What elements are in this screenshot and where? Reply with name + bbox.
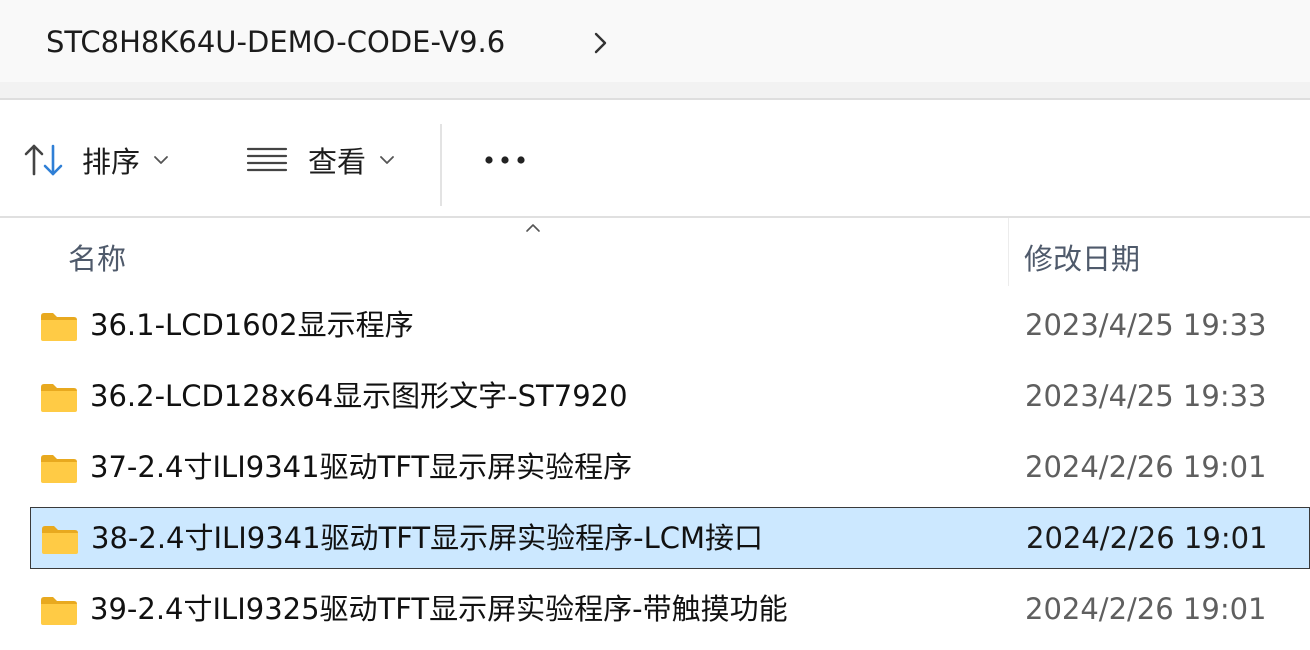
column-header-date-modified[interactable]: 修改日期: [1024, 236, 1140, 278]
folder-icon: [41, 455, 77, 483]
more-dots-icon: [485, 156, 525, 164]
view-button[interactable]: 查看: [246, 102, 396, 218]
list-item[interactable]: 39-2.4寸ILI9325驱动TFT显示屏实验程序-带触摸功能 2024/2/…: [30, 579, 1310, 641]
list-item[interactable]: 36.1-LCD1602显示程序 2023/4/25 19:33: [30, 295, 1310, 357]
file-name: 38-2.4寸ILI9341驱动TFT显示屏实验程序-LCM接口: [91, 521, 764, 555]
chevron-down-icon: [380, 156, 394, 164]
command-bar: 排序 查看: [0, 102, 1310, 218]
list-item-selected[interactable]: 38-2.4寸ILI9341驱动TFT显示屏实验程序-LCM接口 2024/2/…: [30, 507, 1310, 569]
column-header-name[interactable]: 名称: [68, 236, 126, 278]
chevron-down-icon: [154, 156, 168, 164]
file-name: 39-2.4寸ILI9325驱动TFT显示屏实验程序-带触摸功能: [90, 592, 788, 626]
file-explorer-window: STC8H8K64U-DEMO-CODE-V9.6 排序 查看 名称 修改日期 …: [0, 0, 1310, 650]
sort-ascending-icon: [526, 224, 540, 232]
file-name: 36.1-LCD1602显示程序: [90, 308, 414, 342]
list-item[interactable]: 36.2-LCD128x64显示图形文字-ST7920 2023/4/25 19…: [30, 366, 1310, 428]
file-list: 36.1-LCD1602显示程序 2023/4/25 19:33 36.2-LC…: [0, 290, 1310, 650]
toolbar-separator: [0, 82, 1310, 100]
file-date: 2023/4/25 19:33: [1025, 379, 1267, 413]
sort-label: 排序: [82, 145, 141, 179]
chevron-right-icon[interactable]: [586, 28, 614, 58]
folder-icon: [41, 384, 77, 412]
folder-icon: [41, 597, 77, 625]
view-lines-icon: [246, 147, 288, 172]
folder-icon: [41, 313, 77, 341]
folder-icon: [42, 526, 78, 554]
file-date: 2023/4/25 19:33: [1025, 308, 1267, 342]
column-divider[interactable]: [1008, 218, 1009, 286]
file-name: 37-2.4寸ILI9341驱动TFT显示屏实验程序: [90, 450, 633, 484]
more-options-button[interactable]: [480, 102, 530, 218]
breadcrumb-current-folder[interactable]: STC8H8K64U-DEMO-CODE-V9.6: [46, 22, 505, 62]
file-date: 2024/2/26 19:01: [1026, 521, 1268, 555]
address-bar[interactable]: STC8H8K64U-DEMO-CODE-V9.6: [0, 0, 1310, 82]
column-header-row: 名称 修改日期: [0, 218, 1310, 288]
view-label: 查看: [308, 145, 367, 179]
file-name: 36.2-LCD128x64显示图形文字-ST7920: [90, 379, 628, 413]
file-date: 2024/2/26 19:01: [1025, 450, 1267, 484]
file-date: 2024/2/26 19:01: [1025, 592, 1267, 626]
sort-arrows-icon: [24, 144, 63, 176]
command-divider: [440, 124, 442, 206]
sort-button[interactable]: 排序: [22, 102, 170, 218]
list-item[interactable]: 37-2.4寸ILI9341驱动TFT显示屏实验程序 2024/2/26 19:…: [30, 437, 1310, 499]
